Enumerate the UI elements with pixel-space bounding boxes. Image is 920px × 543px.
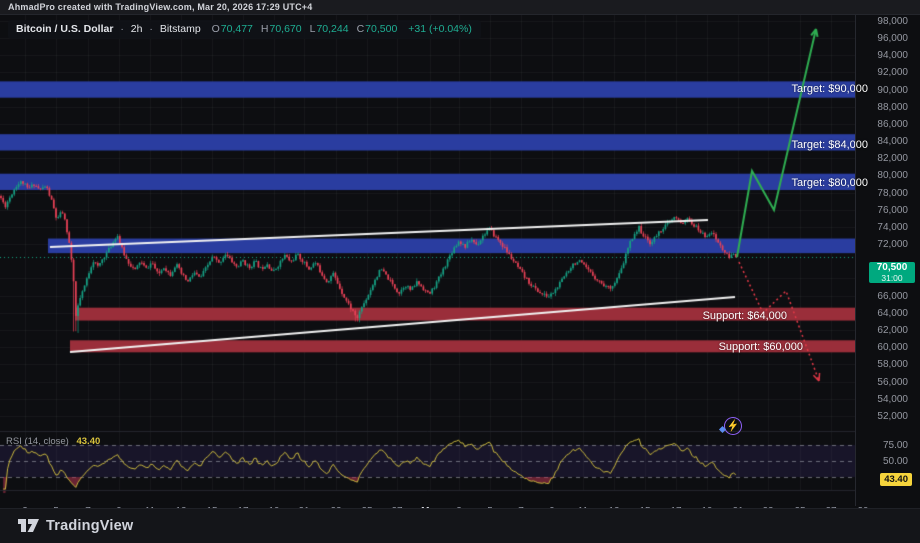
ohlc-value: 70,500 — [365, 23, 397, 35]
tradingview-logo-icon — [18, 519, 39, 533]
ohlc-values: O70,477 H70,670 L70,244 C70,500 — [204, 23, 398, 35]
zone-label: Support: $60,000 — [719, 341, 803, 353]
price-tick-label: 80,000 — [877, 170, 908, 181]
badge-price: 70,500 — [869, 262, 915, 274]
price-tick-label: 96,000 — [877, 33, 908, 44]
rsi-legend: RSI (14, close) 43.40 — [6, 436, 100, 447]
price-tick-label: 86,000 — [877, 119, 908, 130]
attribution-text: AhmadPro created with TradingView.com, M… — [8, 2, 312, 12]
legend-separator: · — [120, 23, 124, 35]
rsi-params: (14, close) — [24, 436, 68, 447]
price-tick-label: 58,000 — [877, 359, 908, 370]
price-tick-label: 76,000 — [877, 205, 908, 216]
price-tick-label: 74,000 — [877, 222, 908, 233]
zone-label: Support: $64,000 — [703, 310, 787, 322]
price-tick-label: 84,000 — [877, 136, 908, 147]
tradingview-logo[interactable]: TradingView — [18, 518, 133, 534]
attribution-bar: AhmadPro created with TradingView.com, M… — [0, 0, 920, 15]
price-tick-label: 66,000 — [877, 291, 908, 302]
price-tick-label: 62,000 — [877, 325, 908, 336]
symbol-legend: Bitcoin / U.S. Dollar · 2h · Bitstamp O7… — [8, 20, 481, 39]
symbol-title[interactable]: Bitcoin / U.S. Dollar — [16, 23, 113, 35]
price-tick-label: 88,000 — [877, 102, 908, 113]
rsi-tick-label: 50.00 — [883, 456, 908, 467]
zap-icon: ⚡ — [726, 419, 740, 432]
legend-separator: · — [149, 23, 153, 35]
ohlc-key: L — [310, 23, 316, 35]
ohlc-value: 70,670 — [269, 23, 301, 35]
current-price-badge: 70,500 31:00 — [869, 262, 915, 283]
interval-label[interactable]: 2h — [131, 23, 143, 35]
price-tick-label: 60,000 — [877, 342, 908, 353]
ohlc-key: C — [357, 23, 365, 35]
rsi-tick-label: 75.00 — [883, 440, 908, 451]
ohlc-value: 70,244 — [316, 23, 348, 35]
ohlc-value: 70,477 — [221, 23, 253, 35]
exchange-label: Bitstamp — [160, 23, 201, 35]
ohlc-key: H — [261, 23, 269, 35]
price-tick-label: 90,000 — [877, 85, 908, 96]
tradingview-chart-window: AhmadPro created with TradingView.com, M… — [0, 0, 920, 543]
change-label: +31 (+0.04%) — [408, 23, 472, 35]
price-tick-label: 54,000 — [877, 394, 908, 405]
price-tick-label: 94,000 — [877, 50, 908, 61]
price-tick-label: 72,000 — [877, 239, 908, 250]
price-tick-label: 98,000 — [877, 16, 908, 27]
rsi-value: 43.40 — [76, 436, 100, 447]
rsi-title[interactable]: RSI — [6, 436, 22, 447]
price-tick-label: 64,000 — [877, 308, 908, 319]
ohlc-key: O — [212, 23, 220, 35]
badge-countdown: 31:00 — [869, 274, 915, 282]
price-tick-label: 92,000 — [877, 67, 908, 78]
price-tick-label: 78,000 — [877, 188, 908, 199]
price-axis[interactable]: 98,000 96,000 94,000 92,000 90,000 88,000 86,0… — [855, 15, 920, 506]
price-tick-label: 82,000 — [877, 153, 908, 164]
price-tick-label: 56,000 — [877, 377, 908, 388]
tradingview-logo-text: TradingView — [46, 518, 133, 534]
price-tick-label: 52,000 — [877, 411, 908, 422]
rsi-value-badge: 43.40 — [880, 473, 912, 486]
footer-bar: TradingView — [0, 508, 920, 543]
